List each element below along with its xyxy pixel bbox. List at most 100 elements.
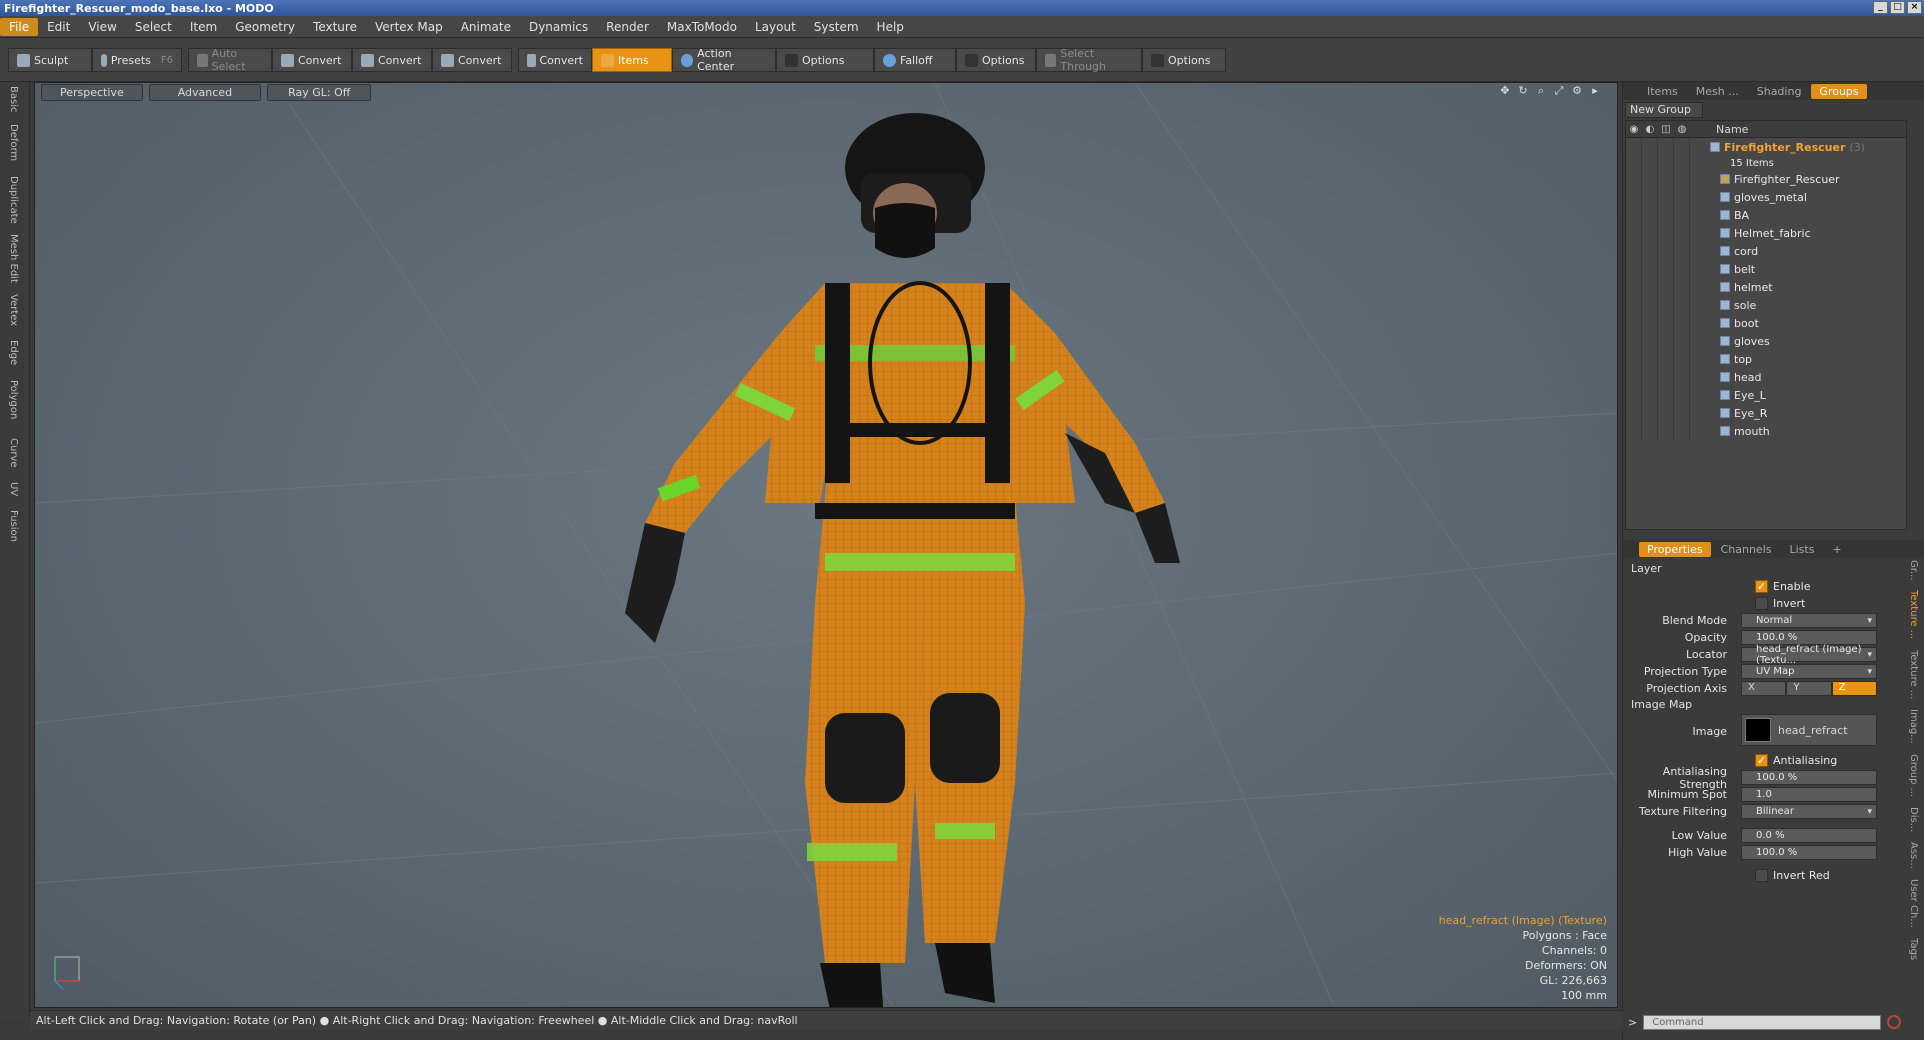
list-item[interactable]: Eye_R	[1626, 404, 1906, 422]
items-button[interactable]: Items	[592, 48, 672, 72]
list-item[interactable]: gloves_metal	[1626, 188, 1906, 206]
advanced-button[interactable]: Advanced	[148, 83, 262, 101]
list-item[interactable]: BA	[1626, 206, 1906, 224]
falloff-button[interactable]: Falloff	[874, 48, 956, 72]
side-tab[interactable]: Dis...	[1908, 807, 1919, 832]
menu-texture[interactable]: Texture	[304, 18, 366, 36]
tab-fusion[interactable]: Fusion	[8, 510, 19, 542]
menu-dynamics[interactable]: Dynamics	[520, 18, 597, 36]
lock-icon[interactable]: ◫	[1658, 124, 1674, 135]
render-icon[interactable]: ◐	[1642, 124, 1658, 135]
image-select[interactable]: head_refract	[1741, 714, 1877, 746]
add-tab-button[interactable]: +	[1824, 542, 1849, 557]
list-item[interactable]: sole	[1626, 296, 1906, 314]
menu-system[interactable]: System	[805, 18, 868, 36]
menu-layout[interactable]: Layout	[746, 18, 805, 36]
texture-filtering-select[interactable]: Bilinear	[1741, 804, 1877, 819]
side-tab[interactable]: Tags	[1908, 938, 1919, 960]
auto-select-button[interactable]: Auto Select	[188, 47, 272, 73]
presets-button[interactable]: Presets F6	[92, 48, 182, 72]
tab-uv[interactable]: UV	[8, 482, 19, 496]
side-tab[interactable]: Ass...	[1908, 842, 1919, 869]
list-item[interactable]: belt	[1626, 260, 1906, 278]
visibility-icon[interactable]: ◉	[1626, 124, 1642, 135]
zoom-icon[interactable]: ⌕	[1535, 85, 1547, 97]
menu-edit[interactable]: Edit	[38, 18, 79, 36]
side-tab[interactable]: Gr...	[1908, 560, 1919, 580]
layer-section[interactable]: Layer	[1631, 562, 1662, 575]
perspective-button[interactable]: Perspective	[41, 83, 143, 101]
options-button-3[interactable]: Options	[1142, 48, 1226, 72]
tab-curve[interactable]: Curve	[8, 438, 19, 468]
menu-render[interactable]: Render	[597, 18, 658, 36]
action-center-button[interactable]: Action Center	[672, 47, 776, 73]
group-row[interactable]: Firefighter_Rescuer (3)	[1626, 138, 1906, 156]
list-item[interactable]: gloves	[1626, 332, 1906, 350]
minimum-spot-field[interactable]: 1.0	[1741, 787, 1877, 802]
menu-geometry[interactable]: Geometry	[226, 18, 304, 36]
convert-button-1[interactable]: Convert	[272, 48, 352, 72]
list-item[interactable]: Helmet_fabric	[1626, 224, 1906, 242]
menu-animate[interactable]: Animate	[452, 18, 520, 36]
list-item[interactable]: Firefighter_Rescuer	[1626, 170, 1906, 188]
rotate-icon[interactable]: ↻	[1517, 85, 1529, 97]
low-value-field[interactable]: 0.0 %	[1741, 828, 1877, 843]
sculpt-button[interactable]: Sculpt	[8, 48, 92, 72]
options-button-1[interactable]: Options	[776, 48, 874, 72]
maximize-icon[interactable]: ⤢	[1553, 85, 1565, 97]
tab-shading[interactable]: Shading	[1749, 84, 1810, 99]
invert-checkbox[interactable]	[1755, 597, 1768, 610]
tab-deform[interactable]: Deform	[8, 124, 19, 161]
record-icon[interactable]	[1887, 1015, 1902, 1029]
enable-checkbox[interactable]: ✓	[1755, 580, 1768, 593]
axis-x-button[interactable]: X	[1741, 681, 1787, 696]
projection-type-select[interactable]: UV Map	[1741, 664, 1877, 679]
menu-help[interactable]: Help	[868, 18, 913, 36]
tab-vertex[interactable]: Vertex	[8, 294, 19, 326]
tab-groups[interactable]: Groups	[1811, 83, 1867, 99]
convert-button-4[interactable]: Convert	[518, 48, 592, 72]
close-button[interactable]: ×	[1907, 1, 1922, 14]
list-item[interactable]: boot	[1626, 314, 1906, 332]
tab-basic[interactable]: Basic	[8, 86, 19, 112]
menu-file[interactable]: File	[0, 17, 39, 36]
pan-icon[interactable]: ✥	[1499, 85, 1511, 97]
axis-z-button[interactable]: Z	[1831, 681, 1877, 696]
tab-items[interactable]: Items	[1639, 84, 1686, 99]
command-input[interactable]: Command	[1643, 1014, 1882, 1030]
side-tab[interactable]: Group ...	[1908, 754, 1919, 797]
menu-vertex-map[interactable]: Vertex Map	[366, 18, 452, 36]
name-column-header[interactable]: Name	[1690, 123, 1748, 136]
antialiasing-checkbox[interactable]: ✓	[1755, 754, 1768, 767]
side-tab[interactable]: User Ch...	[1908, 879, 1919, 928]
tab-duplicate[interactable]: Duplicate	[8, 176, 19, 224]
list-item[interactable]: head	[1626, 368, 1906, 386]
menu-view[interactable]: View	[79, 18, 125, 36]
maximize-button[interactable]: □	[1890, 1, 1905, 14]
tab-edge[interactable]: Edge	[8, 340, 19, 365]
play-icon[interactable]: ▸	[1589, 85, 1601, 97]
options-button-2[interactable]: Options	[956, 48, 1036, 72]
tab-channels[interactable]: Channels	[1713, 542, 1780, 557]
aa-strength-field[interactable]: 100.0 %	[1741, 770, 1877, 785]
minimize-button[interactable]: _	[1873, 1, 1888, 14]
list-item[interactable]: mouth	[1626, 422, 1906, 440]
list-item[interactable]: cord	[1626, 242, 1906, 260]
convert-button-3[interactable]: Convert	[432, 48, 512, 72]
list-item[interactable]: Eye_L	[1626, 386, 1906, 404]
convert-button-2[interactable]: Convert	[352, 48, 432, 72]
menu-select[interactable]: Select	[126, 18, 181, 36]
select-through-button[interactable]: Select Through	[1036, 47, 1142, 73]
invert-red-checkbox[interactable]	[1755, 869, 1768, 882]
list-item[interactable]: top	[1626, 350, 1906, 368]
tab-properties[interactable]: Properties	[1639, 541, 1711, 557]
3d-viewport[interactable]: Perspective Advanced Ray GL: Off ✥ ↻ ⌕ ⤢…	[34, 82, 1618, 1008]
list-item[interactable]: helmet	[1626, 278, 1906, 296]
raygl-button[interactable]: Ray GL: Off	[267, 83, 372, 101]
menu-item[interactable]: Item	[181, 18, 226, 36]
firefighter-model[interactable]	[35, 83, 1618, 1008]
locator-select[interactable]: head_refract (Image) (Textu...	[1741, 644, 1877, 666]
tab-mesh[interactable]: Mesh ...	[1688, 84, 1747, 99]
tab-polygon[interactable]: Polygon	[8, 380, 19, 419]
menu-maxtomodo[interactable]: MaxToModo	[658, 18, 746, 36]
